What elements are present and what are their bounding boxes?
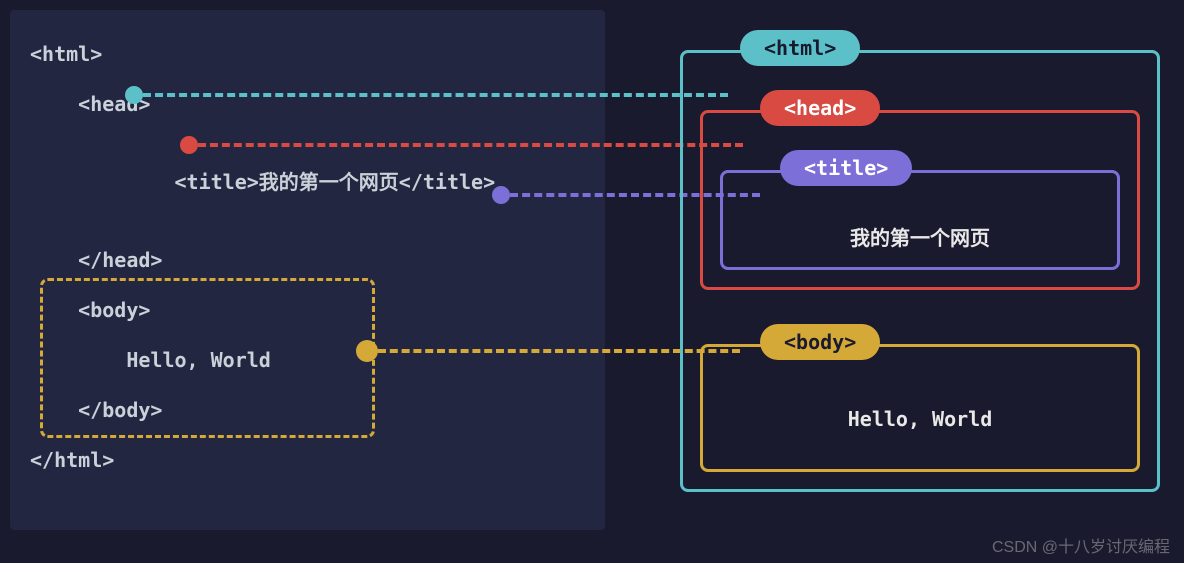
code-panel: <html> <head> <title>我的第一个网页</title> </h…: [10, 10, 605, 530]
html-pill: <html>: [740, 30, 860, 66]
title-content: 我的第一个网页: [720, 222, 1120, 251]
title-box: [720, 170, 1120, 270]
watermark: CSDN @十八岁讨厌编程: [992, 533, 1170, 557]
head-connector: [198, 143, 743, 147]
title-pill: <title>: [780, 150, 912, 186]
title-pill-label: <title>: [804, 156, 888, 180]
code-line-title: <title>我的第一个网页</title>: [30, 140, 585, 224]
body-content: Hello, World: [700, 407, 1140, 431]
html-connector: [143, 93, 728, 97]
head-dot: [180, 136, 198, 154]
head-pill-label: <head>: [784, 96, 856, 120]
body-pill-label: <body>: [784, 330, 856, 354]
title-open-tag: <title>: [78, 170, 259, 194]
title-close-tag: </title>: [399, 170, 495, 194]
title-text: 我的第一个网页: [259, 170, 399, 194]
html-pill-label: <html>: [764, 36, 836, 60]
code-line-html-close: </html>: [30, 446, 585, 474]
head-pill: <head>: [760, 90, 880, 126]
body-dashed-highlight: [40, 278, 375, 438]
diagram-panel: <html> <head> <title> 我的第一个网页 <body> Hel…: [680, 32, 1160, 492]
html-dot: [125, 86, 143, 104]
code-line-head-close: </head>: [30, 246, 585, 274]
body-dot: [356, 340, 378, 362]
code-line-html-open: <html>: [30, 40, 585, 68]
body-pill: <body>: [760, 324, 880, 360]
title-dot: [492, 186, 510, 204]
